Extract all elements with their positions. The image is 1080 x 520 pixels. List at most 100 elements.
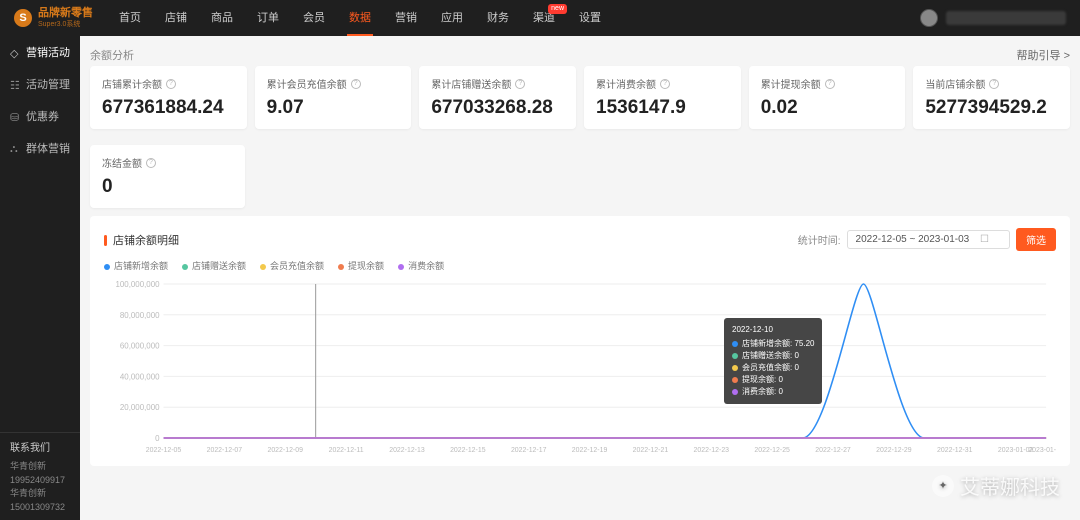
nav-item-应用[interactable]: 应用 (431, 0, 473, 36)
legend-item[interactable]: 店铺新增余额 (104, 259, 168, 272)
sidebar-footer-title: 联系我们 (10, 441, 70, 456)
info-icon[interactable]: ? (660, 79, 670, 89)
svg-text:80,000,000: 80,000,000 (120, 311, 160, 320)
stat-value: 677033268.28 (431, 97, 564, 119)
legend-item[interactable]: 提现余额 (338, 259, 384, 272)
nav-item-会员[interactable]: 会员 (293, 0, 335, 36)
chart-tooltip: 2022-12-10 店铺新增余额: 75.20店铺赠送余额: 0会员充值余额:… (724, 318, 822, 404)
svg-text:2022-12-19: 2022-12-19 (572, 447, 608, 454)
svg-text:40,000,000: 40,000,000 (120, 372, 160, 381)
svg-text:60,000,000: 60,000,000 (120, 342, 160, 351)
stat-label: 累计提现余额 (761, 76, 821, 91)
nav-item-订单[interactable]: 订单 (247, 0, 289, 36)
svg-text:2022-12-09: 2022-12-09 (267, 447, 303, 454)
svg-text:2022-12-07: 2022-12-07 (207, 447, 243, 454)
legend-item[interactable]: 店铺赠送余额 (182, 259, 246, 272)
chart-panel: 店铺余额明细 统计时间: 2022-12-05 ~ 2023-01-03 ☐ 筛… (90, 216, 1070, 466)
sidebar-item-label: 优惠券 (26, 108, 59, 124)
tooltip-row: 店铺赠送余额: 0 (732, 350, 814, 362)
calendar-icon: ☷ (10, 79, 20, 89)
stat-label: 当前店铺余额 (925, 76, 985, 91)
stat-label: 累计店铺赠送余额 (431, 76, 511, 91)
svg-text:2022-12-05: 2022-12-05 (146, 447, 182, 454)
svg-text:2022-12-27: 2022-12-27 (815, 447, 851, 454)
sidebar: ◇营销活动 ☷ 活动管理 ⛁优惠券⛬群体营销 联系我们 华青创新19952409917… (0, 36, 80, 520)
nav-item-数据[interactable]: 数据 (339, 0, 381, 36)
nav-item-营销[interactable]: 营销 (385, 0, 427, 36)
info-icon[interactable]: ? (989, 79, 999, 89)
stat-label: 冻结金额 (102, 155, 142, 170)
top-nav: 首页店铺商品订单会员数据营销应用财务渠道new设置 (109, 0, 611, 36)
svg-text:2022-12-15: 2022-12-15 (450, 447, 486, 454)
svg-text:2023-01-03: 2023-01-03 (1028, 447, 1056, 454)
main: 余额分析 帮助引导 > 店铺累计余额?677361884.24累计会员充值余额?… (80, 36, 1080, 520)
stat-label: 累计会员充值余额 (267, 76, 347, 91)
stat-card: 店铺累计余额?677361884.24 (90, 66, 247, 129)
user-avatar[interactable] (920, 9, 938, 27)
date-range-label: 统计时间: (798, 232, 841, 247)
diamond-icon: ◇ (10, 47, 20, 57)
info-icon[interactable]: ? (166, 79, 176, 89)
sidebar-item-活动管理[interactable]: ☷ 活动管理 (0, 68, 80, 100)
stat-card: 累计消费余额?1536147.9 (584, 66, 741, 129)
sidebar-item-label: 活动管理 (26, 76, 70, 92)
stat-card: 累计店铺赠送余额? 677033268.28 (419, 66, 576, 129)
brand-name: 品牌新零售 (38, 7, 93, 19)
help-link[interactable]: 帮助引导 > (1017, 47, 1070, 63)
svg-text:2022-12-31: 2022-12-31 (937, 447, 973, 454)
nav-item-商品[interactable]: 商品 (201, 0, 243, 36)
filter-button[interactable]: 筛选 (1016, 228, 1056, 251)
nav-item-财务[interactable]: 财务 (477, 0, 519, 36)
nav-item-设置[interactable]: 设置 (569, 0, 611, 36)
stat-value: 5277394529.2 (925, 97, 1058, 119)
svg-text:2022-12-23: 2022-12-23 (694, 447, 730, 454)
stat-label: 店铺累计余额 (102, 76, 162, 91)
legend-item[interactable]: 消费余额 (398, 259, 444, 272)
svg-text:2022-12-21: 2022-12-21 (633, 447, 669, 454)
stat-value: 1536147.9 (596, 97, 729, 119)
sidebar-item-优惠券[interactable]: ⛁优惠券 (0, 100, 80, 132)
nav-item-店铺[interactable]: 店铺 (155, 0, 197, 36)
footer-line: 华青创新 (10, 460, 70, 474)
chart-area[interactable]: 0 20,000,000 40,000,000 60,000,000 80,000,00… (104, 278, 1056, 458)
svg-text:2022-12-25: 2022-12-25 (754, 447, 790, 454)
tooltip-row: 提现余额: 0 (732, 374, 814, 386)
sidebar-item-营销活动[interactable]: ◇营销活动 (0, 36, 80, 68)
nav-badge: new (548, 4, 567, 14)
nav-item-渠道[interactable]: 渠道new (523, 0, 565, 36)
brand-subtitle: Super3.0系统 (38, 19, 93, 29)
user-info-obscured (946, 11, 1066, 25)
stat-card: 当前店铺余额? 5277394529.2 (913, 66, 1070, 129)
series-line (164, 284, 1047, 438)
svg-text:2022-12-29: 2022-12-29 (876, 447, 912, 454)
page-header: 余额分析 帮助引导 > (90, 44, 1070, 66)
date-range-input[interactable]: 2022-12-05 ~ 2023-01-03 ☐ (847, 230, 1010, 249)
info-icon[interactable]: ? (825, 79, 835, 89)
sidebar-item-群体营销[interactable]: ⛬群体营销 (0, 132, 80, 164)
tooltip-row: 消费余额: 0 (732, 386, 814, 398)
panel-title: 店铺余额明细 (104, 232, 179, 248)
stat-card: 累计提现余额?0.02 (749, 66, 906, 129)
tooltip-date: 2022-12-10 (732, 324, 814, 336)
sidebar-footer: 联系我们 华青创新19952409917华青创新15001309732 (0, 432, 80, 520)
nav-item-首页[interactable]: 首页 (109, 0, 151, 36)
info-icon[interactable]: ? (515, 79, 525, 89)
info-icon[interactable]: ? (351, 79, 361, 89)
stat-card: 冻结金额?0 (90, 145, 245, 208)
tooltip-row: 会员充值余额: 0 (732, 362, 814, 374)
footer-line: 19952409917 (10, 474, 70, 488)
calendar-icon: ☐ (980, 234, 989, 245)
svg-text:0: 0 (155, 434, 160, 443)
footer-line: 华青创新 (10, 487, 70, 501)
svg-text:2022-12-11: 2022-12-11 (329, 447, 364, 454)
sidebar-item-label: 群体营销 (26, 140, 70, 156)
chart-legend: 店铺新增余额 店铺赠送余额 会员充值余额 提现余额 消费余额 (104, 259, 1056, 272)
legend-item[interactable]: 会员充值余额 (260, 259, 324, 272)
stat-card: 累计会员充值余额?9.07 (255, 66, 412, 129)
svg-text:2022-12-17: 2022-12-17 (511, 447, 547, 454)
brand: S 品牌新零售 Super3.0系统 (14, 7, 93, 29)
info-icon[interactable]: ? (146, 158, 156, 168)
page-title: 余额分析 (90, 47, 134, 63)
stat-cards: 店铺累计余额?677361884.24累计会员充值余额?9.07累计店铺赠送余额… (90, 66, 1070, 208)
svg-text:20,000,000: 20,000,000 (120, 403, 160, 412)
